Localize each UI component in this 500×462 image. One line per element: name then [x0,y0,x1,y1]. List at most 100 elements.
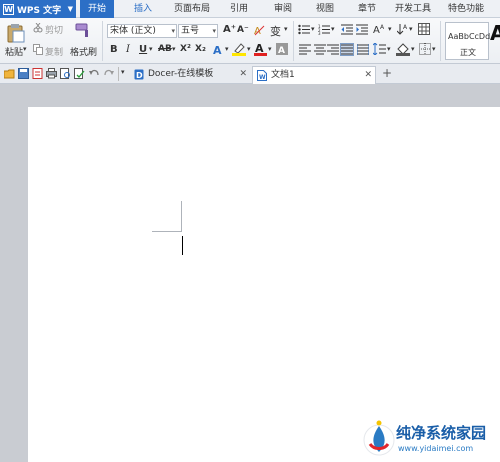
tab-docer-templates[interactable]: D Docer-在线模板 ✕ [130,66,250,84]
text-cursor [182,236,183,255]
close-icon[interactable]: ✕ [364,67,372,83]
svg-text:A: A [373,25,380,36]
bold-button[interactable]: B [110,44,118,55]
watermark-url: www.yidaimei.com [398,444,474,453]
shading-fill-icon[interactable] [396,42,410,56]
text-effect-icon[interactable]: A [212,43,225,56]
grow-font-button[interactable]: A⁺ [223,24,236,35]
svg-text:变: 变 [270,24,281,37]
undo-icon[interactable] [89,68,100,79]
table-grid-icon[interactable] [418,23,430,35]
new-tab-plus-icon[interactable]: + [382,66,392,80]
style-heading-preview[interactable]: A [490,21,500,45]
font-name-select[interactable]: 宋体 (正文) ▾ [107,24,177,38]
align-center-icon[interactable] [314,44,326,55]
open-folder-icon[interactable] [4,68,15,79]
bullet-list-icon[interactable] [298,24,310,35]
chevron-down-icon: ▾ [171,27,175,35]
style-preview: AaBbCcDd [448,32,491,41]
chevron-down-icon[interactable]: ▾ [331,25,335,33]
numbered-list-icon[interactable]: 123 [318,24,330,35]
scissors-icon [33,23,43,33]
document-area [0,85,500,462]
chevron-down-icon[interactable]: ▾ [284,25,288,33]
tab-developer[interactable]: 开发工具 [393,0,433,18]
distributed-align-icon[interactable] [357,44,369,55]
svg-text:A: A [213,44,222,56]
paste-button[interactable]: 粘贴 [5,45,23,58]
increase-indent-icon[interactable] [356,24,368,35]
font-color-icon[interactable]: A [254,42,267,56]
chevron-down-icon[interactable]: ▾ [247,45,251,53]
tab-insert[interactable]: 插入 [128,0,158,18]
align-right-icon[interactable] [327,44,339,55]
italic-button[interactable]: I [126,44,130,55]
chevron-down-icon[interactable]: ▾ [149,45,153,53]
tab-label: 文档1 [271,70,295,80]
text-direction-icon[interactable]: A A [373,23,387,36]
tab-sections[interactable]: 章节 [354,0,380,18]
paste-dropdown-icon[interactable]: ▾ [23,45,27,53]
chevron-down-icon[interactable]: ▾ [311,25,315,33]
redo-icon[interactable] [103,68,114,79]
char-shading-icon[interactable]: A [276,43,288,55]
format-painter-icon [75,23,88,37]
export-pdf-icon[interactable] [32,68,43,79]
document-page[interactable] [28,107,500,462]
print-icon[interactable] [46,68,57,79]
tab-review[interactable]: 审阅 [270,0,296,18]
menu-bar: W WPS 文字 ▼ 开始 插入 页面布局 引用 审阅 视图 章节 开发工具 特… [0,0,500,18]
chevron-down-icon[interactable]: ▾ [268,45,272,53]
underline-button[interactable]: U [139,44,147,55]
wps-logo-icon: W [3,3,14,15]
line-spacing-icon[interactable] [373,43,386,55]
print-preview-icon[interactable] [60,68,71,79]
app-menu-button[interactable]: W WPS 文字 ▼ [0,0,76,18]
tab-document1[interactable]: W 文档1 ✕ [252,66,376,84]
chevron-down-icon[interactable]: ▾ [388,25,392,33]
font-size-select[interactable]: 五号 ▾ [178,24,218,38]
shrink-font-button[interactable]: A⁻ [237,25,249,35]
clear-format-icon[interactable]: A [253,24,265,36]
tab-references[interactable]: 引用 [226,0,252,18]
style-normal[interactable]: AaBbCcDd 正文 [445,22,491,60]
chevron-down-icon[interactable]: ▾ [387,45,391,53]
highlight-icon[interactable] [232,42,246,56]
copy-icon [33,44,43,55]
save-icon[interactable] [18,68,29,79]
sort-icon[interactable]: A [397,23,409,35]
customize-quick-access-icon[interactable]: ▾ [121,68,125,76]
tab-home[interactable]: 开始 [80,0,114,18]
decrease-indent-icon[interactable] [341,24,353,35]
chevron-down-icon[interactable]: ▾ [432,45,436,53]
chevron-down-icon: ▼ [67,5,73,13]
chevron-down-icon[interactable]: ▾ [409,25,413,33]
strikethrough-button[interactable]: AB [158,44,172,54]
justify-button[interactable] [340,43,354,56]
close-icon[interactable]: ✕ [239,66,247,82]
ribbon-separator [102,21,103,61]
watermark-logo-icon [363,420,395,456]
chevron-down-icon[interactable]: ▾ [411,45,415,53]
chevron-down-icon[interactable]: ▾ [225,45,229,53]
divider [118,67,119,81]
docer-icon: D [134,69,144,80]
justify-icon [341,44,353,55]
spell-check-icon[interactable] [74,68,85,79]
clipboard-icon[interactable] [7,23,25,43]
subscript-button[interactable]: X₂ [195,44,206,54]
svg-text:3: 3 [318,31,321,35]
format-painter-button[interactable]: 格式刷 [70,45,97,58]
tab-label: Docer-在线模板 [148,69,214,79]
phonetic-guide-icon[interactable]: 变 [269,23,283,37]
tab-page-layout[interactable]: 页面布局 [172,0,212,18]
borders-icon[interactable] [419,43,431,55]
cut-button[interactable]: 剪切 [45,23,63,36]
copy-button[interactable]: 复制 [45,45,63,58]
app-name: WPS 文字 [17,5,62,16]
tab-features[interactable]: 特色功能 [446,0,486,18]
tab-view[interactable]: 视图 [312,0,338,18]
chevron-down-icon[interactable]: ▾ [172,45,176,53]
align-left-icon[interactable] [299,44,311,55]
superscript-button[interactable]: X² [180,44,191,54]
